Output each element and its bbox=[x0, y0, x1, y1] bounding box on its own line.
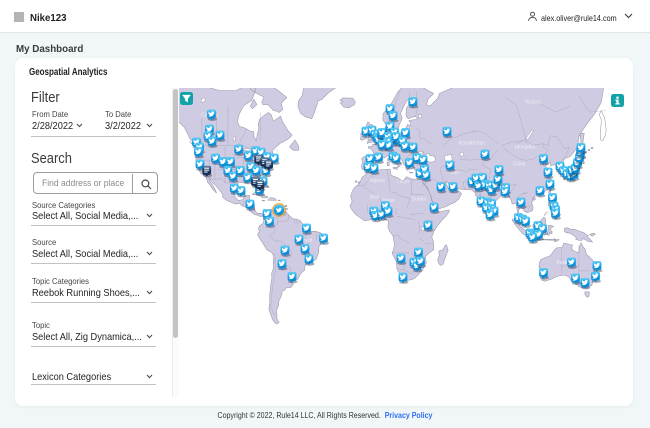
svg-text:Algeria: Algeria bbox=[369, 178, 385, 184]
svg-text:Mali: Mali bbox=[370, 195, 379, 201]
svg-text:Kazakhstan: Kazakhstan bbox=[459, 141, 485, 147]
svg-text:Russia: Russia bbox=[525, 100, 541, 106]
svg-text:Mongolia: Mongolia bbox=[515, 145, 536, 151]
svg-text:Libya: Libya bbox=[397, 179, 409, 185]
svg-text:China: China bbox=[512, 162, 525, 168]
svg-text:Sudan: Sudan bbox=[412, 197, 427, 203]
